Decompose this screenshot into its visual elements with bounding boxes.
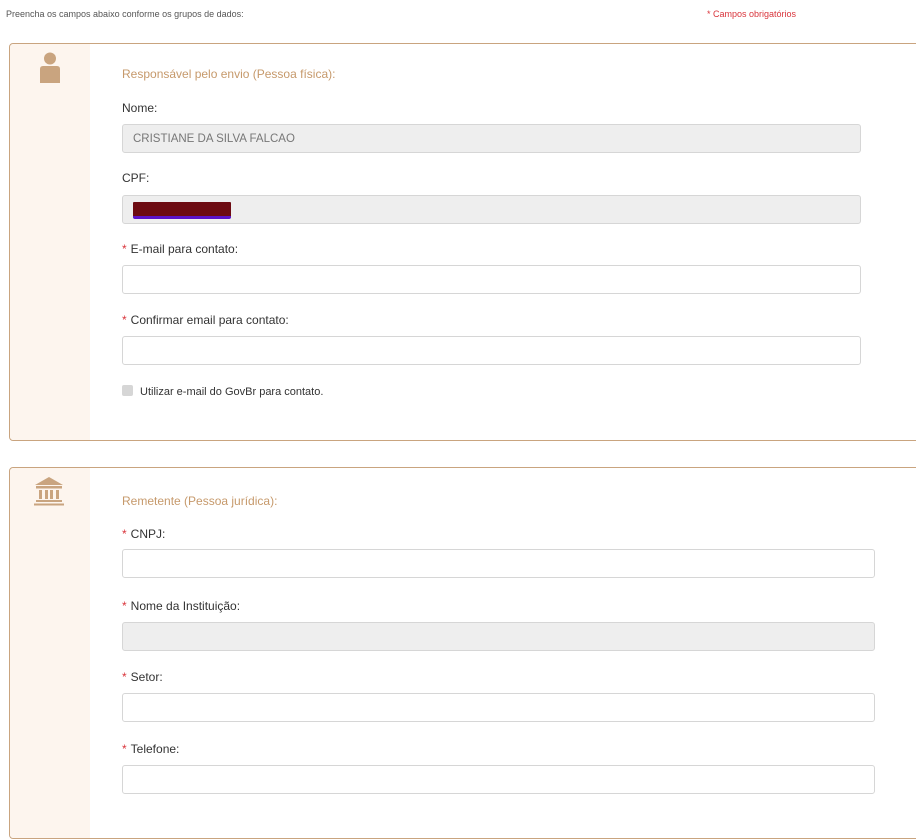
person-icon xyxy=(40,52,60,83)
institution-icon xyxy=(34,477,64,506)
telefone-field[interactable] xyxy=(122,765,875,794)
nome-label: Nome: xyxy=(122,101,158,115)
govbr-checkbox-row[interactable]: Utilizar e-mail do GovBr para contato. xyxy=(122,385,323,398)
nome-field[interactable] xyxy=(122,124,861,153)
redaction-mark xyxy=(133,202,231,219)
cpf-label: CPF: xyxy=(122,171,150,185)
required-fields-note: * Campos obrigatórios xyxy=(707,9,797,19)
icon-strip xyxy=(10,44,90,440)
email-label: * E-mail para contato: xyxy=(122,242,239,256)
confirm-email-label: * Confirmar email para contato: xyxy=(122,313,289,327)
govbr-checkbox-label: Utilizar e-mail do GovBr para contato. xyxy=(140,386,324,398)
setor-label: * Setor: xyxy=(122,670,163,684)
intro-text: Preencha os campos abaixo conforme os gr… xyxy=(6,9,244,19)
instituicao-field[interactable] xyxy=(122,622,875,651)
setor-field[interactable] xyxy=(122,693,875,722)
telefone-label: * Telefone: xyxy=(122,742,180,756)
cnpj-field[interactable] xyxy=(122,549,875,578)
responsavel-panel: Responsável pelo envio (Pessoa física): … xyxy=(9,43,916,441)
remetente-section-title: Remetente (Pessoa jurídica): xyxy=(122,494,278,508)
icon-strip xyxy=(10,468,90,838)
cpf-field[interactable] xyxy=(122,195,861,224)
responsavel-section-title: Responsável pelo envio (Pessoa física): xyxy=(122,67,336,81)
cnpj-label: * CNPJ: xyxy=(122,527,166,541)
email-field[interactable] xyxy=(122,265,861,294)
confirm-email-field[interactable] xyxy=(122,336,861,365)
instituicao-label: * Nome da Instituição: xyxy=(122,599,241,613)
remetente-panel: Remetente (Pessoa jurídica): * CNPJ: * Nom… xyxy=(9,467,916,839)
govbr-checkbox[interactable] xyxy=(122,385,133,396)
